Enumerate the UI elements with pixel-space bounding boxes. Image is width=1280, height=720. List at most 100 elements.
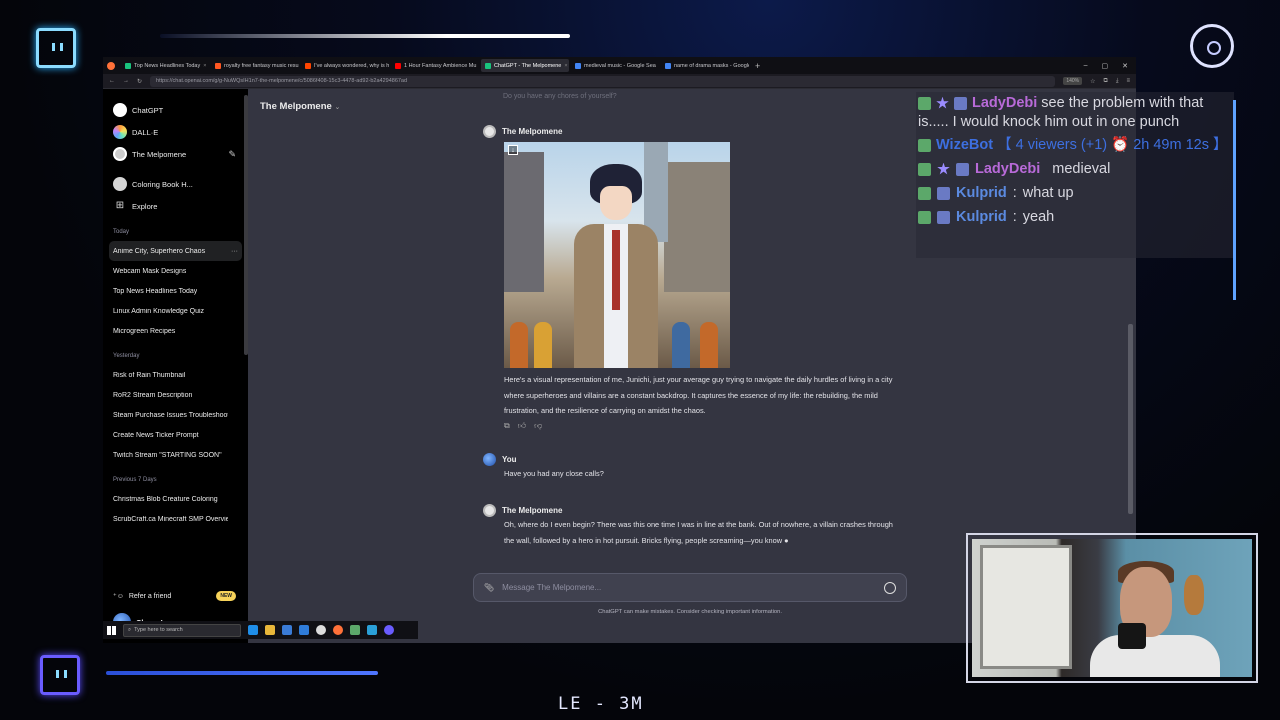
chat-text: yeah xyxy=(1022,209,1055,225)
user-avatar-icon xyxy=(483,453,496,466)
menu-icon[interactable]: ≡ xyxy=(1126,78,1130,84)
browser-tab[interactable]: medieval music - Google Sea× xyxy=(571,59,659,72)
sidebar-item-label: Coloring Book H... xyxy=(132,179,193,189)
store-icon[interactable] xyxy=(282,625,292,635)
close-tab-icon[interactable]: × xyxy=(203,63,206,69)
sidebar-item-explore[interactable]: ⊞ Explore xyxy=(109,195,242,217)
history-item-label: Linux Admin Knowledge Quiz xyxy=(113,307,205,315)
message-placeholder: Message The Melpomene... xyxy=(502,583,602,592)
history-item[interactable]: Anime City, Superhero Chaos ··· xyxy=(109,241,242,261)
crown-badge-icon xyxy=(937,210,950,224)
tab-label: 1 Hour Fantasy Ambience Mu xyxy=(404,62,477,69)
extensions-icon[interactable]: ⧉ xyxy=(1104,78,1108,85)
history-item[interactable]: Twitch Stream "STARTING SOON" xyxy=(109,445,242,465)
chat-text: 【 4 viewers (+1) ⏰ 2h 49m 12s 】 xyxy=(997,137,1228,153)
chatgpt-icon xyxy=(113,103,127,117)
chat-message: LadyDebi medieval xyxy=(916,157,1234,181)
sidebar-item-dall-e[interactable]: DALL·E xyxy=(109,121,242,143)
bookmark-star-icon[interactable]: ☆ xyxy=(1090,78,1095,85)
taskbar-search[interactable]: ⌕ Type here to search xyxy=(123,623,241,637)
browser-tab[interactable]: ChatGPT - The Melpomene × xyxy=(481,59,569,72)
twitch-logo-icon xyxy=(40,655,80,695)
message-author: The Melpomene xyxy=(502,127,563,136)
message-author: The Melpomene xyxy=(502,506,563,515)
steam-icon[interactable] xyxy=(367,625,377,635)
download-icon[interactable]: ↓ xyxy=(508,145,518,155)
copy-icon[interactable]: ⧉ xyxy=(504,421,510,431)
chrome-icon[interactable] xyxy=(316,625,326,635)
history-item[interactable]: Christmas Blob Creature Coloring xyxy=(109,489,242,509)
chat-username: WizeBot xyxy=(936,137,994,153)
sidebar-item-label: DALL·E xyxy=(132,127,159,137)
back-icon[interactable]: ← xyxy=(109,78,115,84)
more-options-icon[interactable]: ··· xyxy=(231,248,242,255)
windows-start-icon[interactable] xyxy=(107,625,116,635)
sidebar-item-chatgpt[interactable]: ChatGPT xyxy=(109,99,242,121)
sidebar-item-the-melpomene[interactable]: The Melpomene ✎ xyxy=(109,143,242,165)
history-item[interactable]: Linux Admin Knowledge Quiz xyxy=(109,301,242,321)
address-bar[interactable]: https://chat.openai.com/g/g-NuWQsIH1n7-t… xyxy=(150,75,1056,87)
windows-taskbar: ⌕ Type here to search xyxy=(103,621,418,639)
history-item[interactable]: Steam Purchase Issues Troubleshooting xyxy=(109,405,242,425)
chat-separator: : xyxy=(1012,185,1017,201)
history-item[interactable]: Create News Ticker Prompt xyxy=(109,425,242,445)
navigation-bar: ← → ↻ https://chat.openai.com/g/g-NuWQsI… xyxy=(103,74,1136,89)
attach-icon[interactable]: 📎︎ xyxy=(484,583,494,592)
history-item-label: Microgreen Recipes xyxy=(113,327,176,335)
history-item[interactable]: Microgreen Recipes xyxy=(109,321,242,341)
history-item[interactable]: Webcam Mask Designs xyxy=(109,261,242,281)
tab-bar: Top News Headlines Today × royalty free fa… xyxy=(103,57,1136,74)
tab-favicon-icon xyxy=(575,62,581,69)
new-tab-icon[interactable]: + xyxy=(755,61,760,71)
browser-tab[interactable]: name of drama masks - Google× xyxy=(661,59,749,72)
downloads-icon[interactable]: ⤓ xyxy=(1116,78,1119,85)
history-item[interactable]: ScrubCraft.ca Minecraft SMP Overview xyxy=(109,509,242,529)
sidebar-item-label: Explore xyxy=(132,201,158,211)
tab-label: ChatGPT - The Melpomene xyxy=(494,62,562,69)
bottom-progress-bar xyxy=(106,671,378,675)
firefox-icon[interactable] xyxy=(333,625,343,635)
sidebar-item-coloring-book-h[interactable]: Coloring Book H... xyxy=(109,173,242,195)
refer-label: Refer a friend xyxy=(128,592,172,600)
forward-icon[interactable]: → xyxy=(123,78,129,84)
firefox-menu-icon[interactable] xyxy=(107,61,115,70)
maximize-icon[interactable]: ▢ xyxy=(1102,62,1109,70)
obs-icon[interactable] xyxy=(384,625,394,635)
history-item[interactable]: RoR2 Stream Description xyxy=(109,385,242,405)
mail-icon[interactable] xyxy=(299,625,309,635)
history-section-title: Yesterday xyxy=(113,353,140,359)
thumbs-up-icon[interactable]: 👍︎ xyxy=(518,421,526,431)
green-badge-icon xyxy=(918,162,931,176)
reload-icon[interactable]: ↻ xyxy=(137,78,142,85)
star-badge-icon xyxy=(936,96,949,109)
close-window-icon[interactable]: ✕ xyxy=(1122,62,1128,70)
close-tab-icon[interactable]: × xyxy=(564,63,567,69)
zoom-level[interactable]: 140% xyxy=(1063,77,1083,85)
assistant-message: The Melpomene ↓ Here's a visual represen… xyxy=(483,125,903,431)
history-item[interactable]: Top News Headlines Today xyxy=(109,281,242,301)
history-item-label: Anime City, Superhero Chaos xyxy=(113,247,206,255)
star-badge-icon xyxy=(937,162,950,175)
generated-image[interactable]: ↓ xyxy=(504,142,730,368)
stop-icon[interactable] xyxy=(884,581,896,594)
browser-tab[interactable]: Top News Headlines Today × xyxy=(121,59,209,72)
message-text: Have you had any close calls? xyxy=(504,469,604,478)
minimize-icon[interactable]: – xyxy=(1084,62,1088,70)
history-item[interactable]: Risk of Rain Thumbnail xyxy=(109,365,242,385)
chat-scrollbar[interactable] xyxy=(1128,324,1133,514)
browser-tab[interactable]: I've always wondered, why is h× xyxy=(301,59,389,72)
sidebar-item-label: The Melpomene xyxy=(132,149,187,159)
thumbs-down-icon[interactable]: 👎︎ xyxy=(534,421,542,431)
message-input[interactable]: 📎︎ Message The Melpomene... xyxy=(473,573,907,602)
minecraft-icon[interactable] xyxy=(350,625,360,635)
file-explorer-icon[interactable] xyxy=(265,625,275,635)
webcam-feed xyxy=(972,539,1252,677)
crown-badge-icon xyxy=(937,186,950,200)
green-badge-icon xyxy=(918,210,931,224)
browser-tab[interactable]: 1 Hour Fantasy Ambience Mu× xyxy=(391,59,479,72)
refer-friend-button[interactable]: ⁺☺ Refer a friend NEW xyxy=(109,591,236,601)
edge-icon[interactable] xyxy=(248,625,258,635)
model-selector[interactable]: The Melpomene ⌄ xyxy=(260,101,340,112)
browser-tab[interactable]: royalty free fantasy music results× xyxy=(211,59,299,72)
new-chat-icon[interactable]: ✎ xyxy=(228,149,236,160)
